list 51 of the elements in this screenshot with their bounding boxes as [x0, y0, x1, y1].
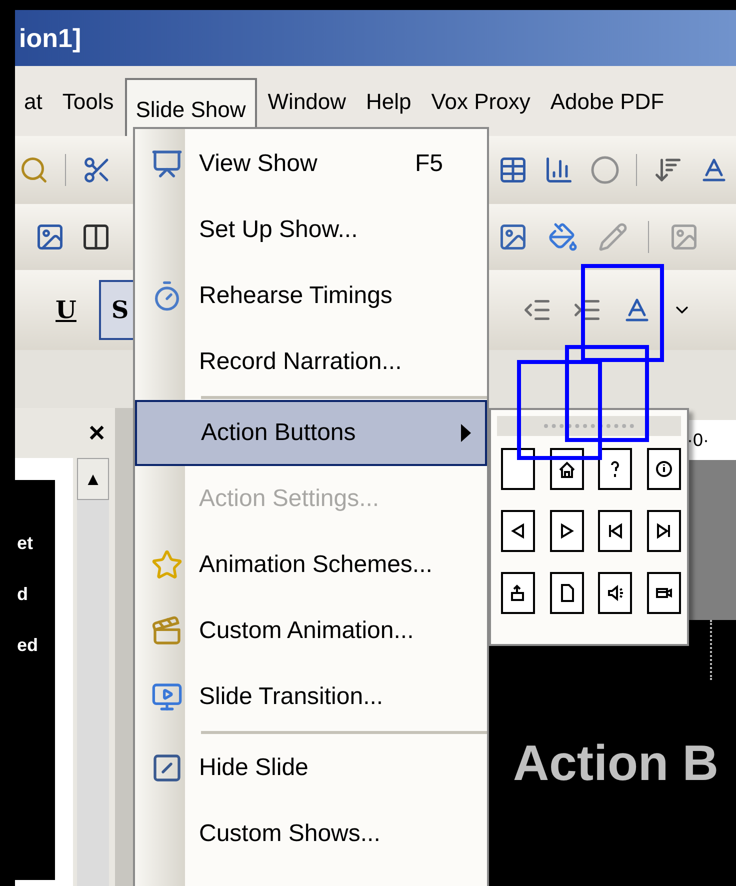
picture-icon[interactable] — [498, 222, 528, 252]
end-action-button[interactable] — [646, 510, 680, 552]
forward-action-button[interactable] — [550, 510, 584, 552]
scroll-up-button[interactable]: ▲ — [77, 458, 109, 500]
information-action-button[interactable] — [646, 448, 680, 490]
menu-item[interactable]: Help — [357, 73, 420, 129]
thumbnail-text: et — [17, 532, 34, 555]
slide-title: Action B — [513, 734, 719, 792]
movie-action-button[interactable] — [646, 572, 680, 614]
ruler-label: ·0· — [687, 428, 709, 452]
thumbnail-text: ed — [17, 634, 40, 657]
underline-button[interactable]: U — [45, 280, 87, 340]
menu-item[interactable]: Tools — [53, 73, 123, 129]
menu-item[interactable]: Slide Transition... — [135, 664, 487, 730]
beginning-action-button[interactable] — [598, 510, 632, 552]
close-button[interactable]: × — [88, 412, 105, 454]
projector-icon[interactable] — [151, 148, 183, 180]
picture-icon[interactable] — [35, 222, 65, 252]
document-action-button[interactable] — [550, 572, 584, 614]
menu-item[interactable]: Hide Slide — [135, 735, 487, 801]
home-action-button[interactable] — [550, 448, 584, 490]
menu-item[interactable]: Vox Proxy — [422, 73, 540, 129]
menu-item[interactable]: Action Buttons — [135, 400, 487, 466]
hide-slide-icon[interactable] — [151, 752, 183, 784]
sound-action-button[interactable] — [598, 572, 632, 614]
chart-icon[interactable] — [544, 155, 574, 185]
star-icon[interactable] — [151, 549, 183, 581]
table-icon[interactable] — [498, 155, 528, 185]
columns-icon[interactable] — [81, 222, 111, 252]
menu-item[interactable]: at — [15, 73, 52, 129]
animation-icon[interactable] — [151, 615, 183, 647]
search-icon[interactable] — [19, 155, 49, 185]
menu-item[interactable]: Window — [258, 73, 356, 129]
transition-icon[interactable] — [151, 681, 183, 713]
menu-item[interactable]: Custom Animation... — [135, 598, 487, 664]
paint-bucket-icon[interactable] — [548, 222, 578, 252]
back-action-button[interactable] — [501, 510, 535, 552]
drag-handle[interactable] — [497, 416, 681, 436]
shortcut-text: F5 — [414, 149, 444, 179]
return-action-button[interactable] — [501, 572, 535, 614]
help-action-button[interactable] — [598, 448, 632, 490]
custom-action-button[interactable] — [501, 448, 535, 490]
menu-item[interactable]: Animation Schemes... — [135, 532, 487, 598]
submenu-arrow-icon — [461, 424, 471, 442]
menu-item[interactable]: Adobe PDF — [541, 73, 674, 129]
menu-item[interactable]: Set Up Show... — [135, 197, 487, 263]
window-title: ion1] — [19, 22, 82, 54]
thumbnail-text: d — [17, 583, 29, 606]
circle-icon[interactable] — [590, 155, 620, 185]
menu-item[interactable]: Custom Shows... — [135, 801, 487, 867]
slide-thumbnail[interactable]: et d ed — [15, 480, 55, 880]
